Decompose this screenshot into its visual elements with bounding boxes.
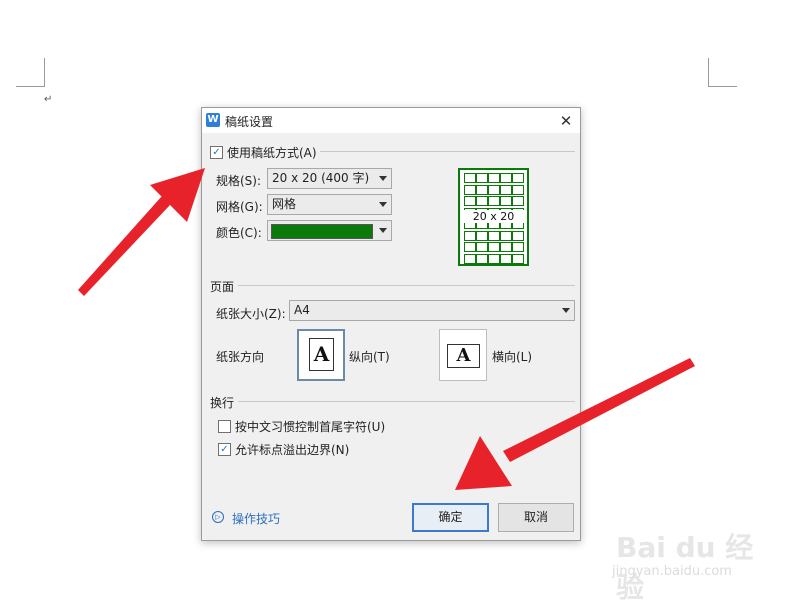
watermark-url: jingyan.baidu.com (612, 564, 732, 579)
annotation-arrows (78, 168, 695, 490)
baidu-watermark: Bai du 经验 jingyan.baidu.com (612, 518, 772, 604)
arrow-to-ok-button (455, 358, 695, 490)
arrow-to-checkbox (78, 168, 205, 296)
